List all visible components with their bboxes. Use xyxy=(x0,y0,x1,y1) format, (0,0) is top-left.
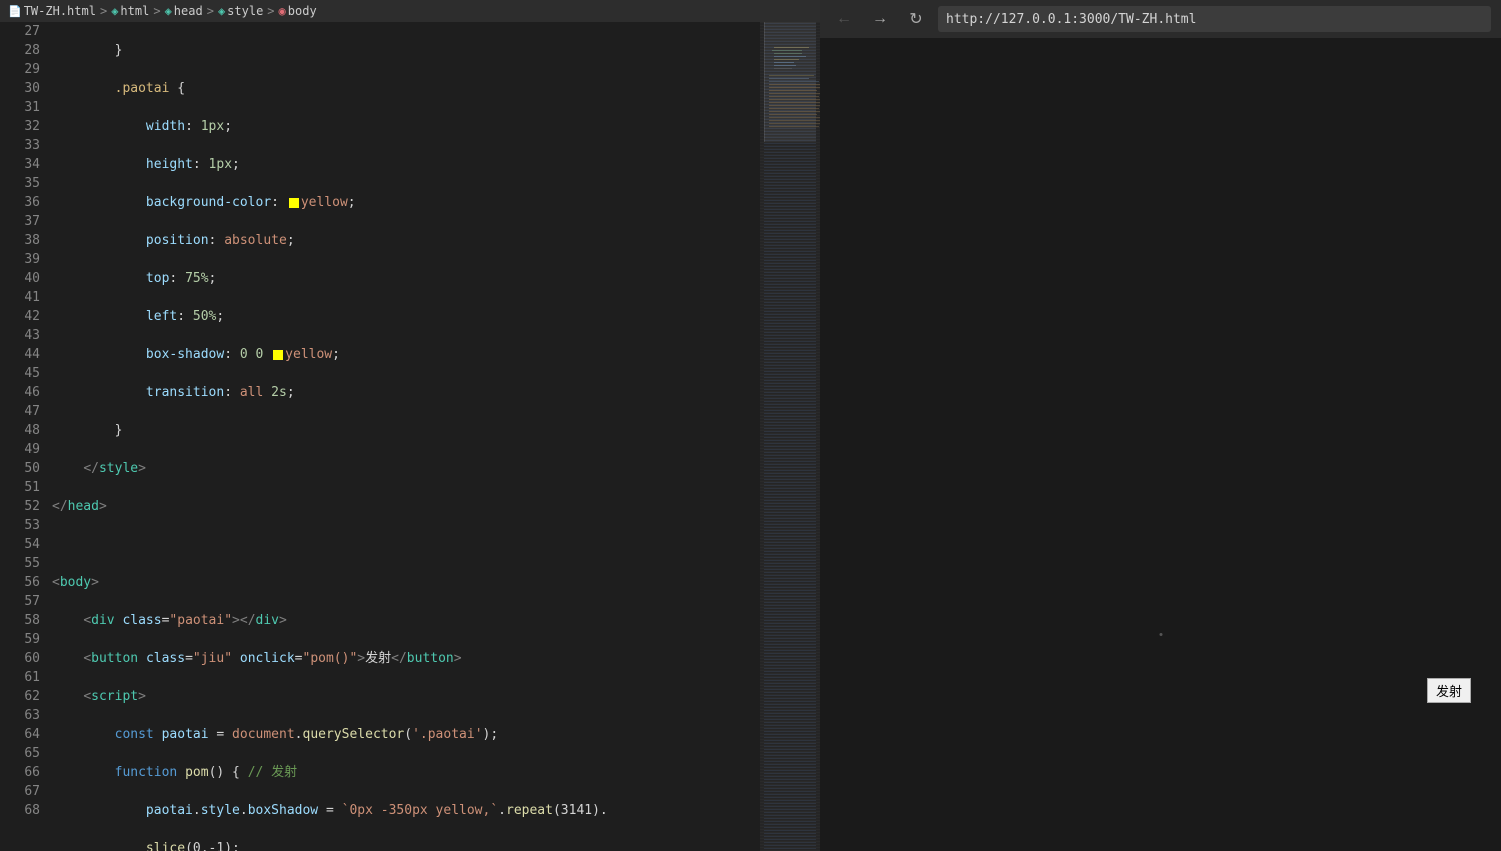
code-line-29: width: 1px; xyxy=(52,117,760,136)
forward-icon: → xyxy=(872,10,888,28)
code-content[interactable]: } .paotai { width: 1px; height: 1px; bac… xyxy=(48,22,760,851)
code-line-32: position: absolute; xyxy=(52,231,760,250)
code-line-42: <div class="paotai"></div> xyxy=(52,611,760,630)
refresh-button[interactable]: ↻ xyxy=(902,5,930,33)
browser-panel: ← → ↻ 发射 xyxy=(820,0,1501,851)
back-button[interactable]: ← xyxy=(830,5,858,33)
code-line-41: <body> xyxy=(52,573,760,592)
breadcrumb-head[interactable]: head xyxy=(174,4,203,18)
breadcrumb-style[interactable]: style xyxy=(227,4,263,18)
breadcrumb-html[interactable]: html xyxy=(120,4,149,18)
minimap[interactable] xyxy=(760,22,820,851)
breadcrumb-body[interactable]: body xyxy=(288,4,317,18)
minimap-content xyxy=(760,22,820,851)
code-line-44: <script> xyxy=(52,687,760,706)
code-line-43: <button class="jiu" onclick="pom()">发射</… xyxy=(52,649,760,668)
code-line-37: } xyxy=(52,421,760,440)
code-line-35: box-shadow: 0 0 yellow; xyxy=(52,345,760,364)
breadcrumb-body-icon: ◉ xyxy=(279,4,286,18)
code-line-38: </style> xyxy=(52,459,760,478)
code-line-28: .paotai { xyxy=(52,79,760,98)
code-line-46: function pom() { // 发射 xyxy=(52,763,760,782)
breadcrumb-html-icon: ◈ xyxy=(111,4,118,18)
forward-button[interactable]: → xyxy=(866,5,894,33)
url-bar[interactable] xyxy=(938,6,1491,32)
code-line-33: top: 75%; xyxy=(52,269,760,288)
code-line-31: background-color: yellow; xyxy=(52,193,760,212)
line-numbers: 27 28 29 30 31 32 33 34 35 36 37 38 39 4… xyxy=(0,22,48,851)
code-line-27: } xyxy=(52,41,760,60)
file-icon: 📄 xyxy=(8,5,22,18)
preview-dot xyxy=(1159,633,1162,636)
code-line-47: paotai.style.boxShadow = `0px -350px yel… xyxy=(52,801,760,820)
browser-content: 发射 xyxy=(820,38,1501,851)
code-line-45: const paotai = document.querySelector('.… xyxy=(52,725,760,744)
breadcrumb-file[interactable]: TW-ZH.html xyxy=(24,4,96,18)
editor-panel: 📄 TW-ZH.html > ◈ html > ◈ head > ◈ style… xyxy=(0,0,820,851)
code-line-30: height: 1px; xyxy=(52,155,760,174)
code-line-48: slice(0,-1); xyxy=(52,839,760,851)
breadcrumb-style-icon: ◈ xyxy=(218,4,225,18)
code-line-40 xyxy=(52,535,760,554)
preview-launch-button[interactable]: 发射 xyxy=(1427,678,1471,703)
code-line-34: left: 50%; xyxy=(52,307,760,326)
back-icon: ← xyxy=(836,10,852,28)
code-line-39: </head> xyxy=(52,497,760,516)
code-area[interactable]: 27 28 29 30 31 32 33 34 35 36 37 38 39 4… xyxy=(0,22,760,851)
browser-toolbar: ← → ↻ xyxy=(820,0,1501,38)
refresh-icon: ↻ xyxy=(909,9,922,29)
breadcrumb-head-icon: ◈ xyxy=(165,4,172,18)
breadcrumb: 📄 TW-ZH.html > ◈ html > ◈ head > ◈ style… xyxy=(0,0,820,22)
code-line-36: transition: all 2s; xyxy=(52,383,760,402)
